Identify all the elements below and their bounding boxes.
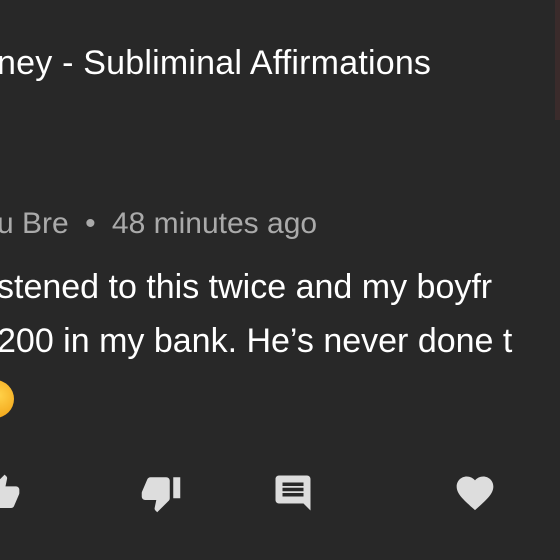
comment-author[interactable]: u Bre	[0, 207, 69, 240]
video-thumbnail-edge[interactable]	[555, 0, 560, 120]
comment-text-line-1: stened to this twice and my boyfr	[0, 268, 493, 306]
heart-icon	[453, 471, 497, 515]
comment-timestamp: 48 minutes ago	[111, 207, 318, 240]
like-button[interactable]	[0, 470, 24, 516]
comment-meta: u Bre • 48 minutes ago	[0, 207, 317, 241]
thumbs-up-icon	[0, 473, 21, 513]
dislike-button[interactable]	[138, 470, 184, 516]
heart-button[interactable]	[452, 470, 498, 516]
comment-text-line-2: 200 in my bank. He’s never done t	[0, 322, 513, 360]
meta-separator: •	[85, 207, 96, 240]
video-title[interactable]: ney - Subliminal Affirmations	[0, 44, 431, 83]
reply-button[interactable]	[270, 470, 316, 516]
emoji-icon	[0, 380, 14, 418]
thumbs-down-icon	[140, 472, 182, 514]
comment-icon	[272, 472, 314, 514]
